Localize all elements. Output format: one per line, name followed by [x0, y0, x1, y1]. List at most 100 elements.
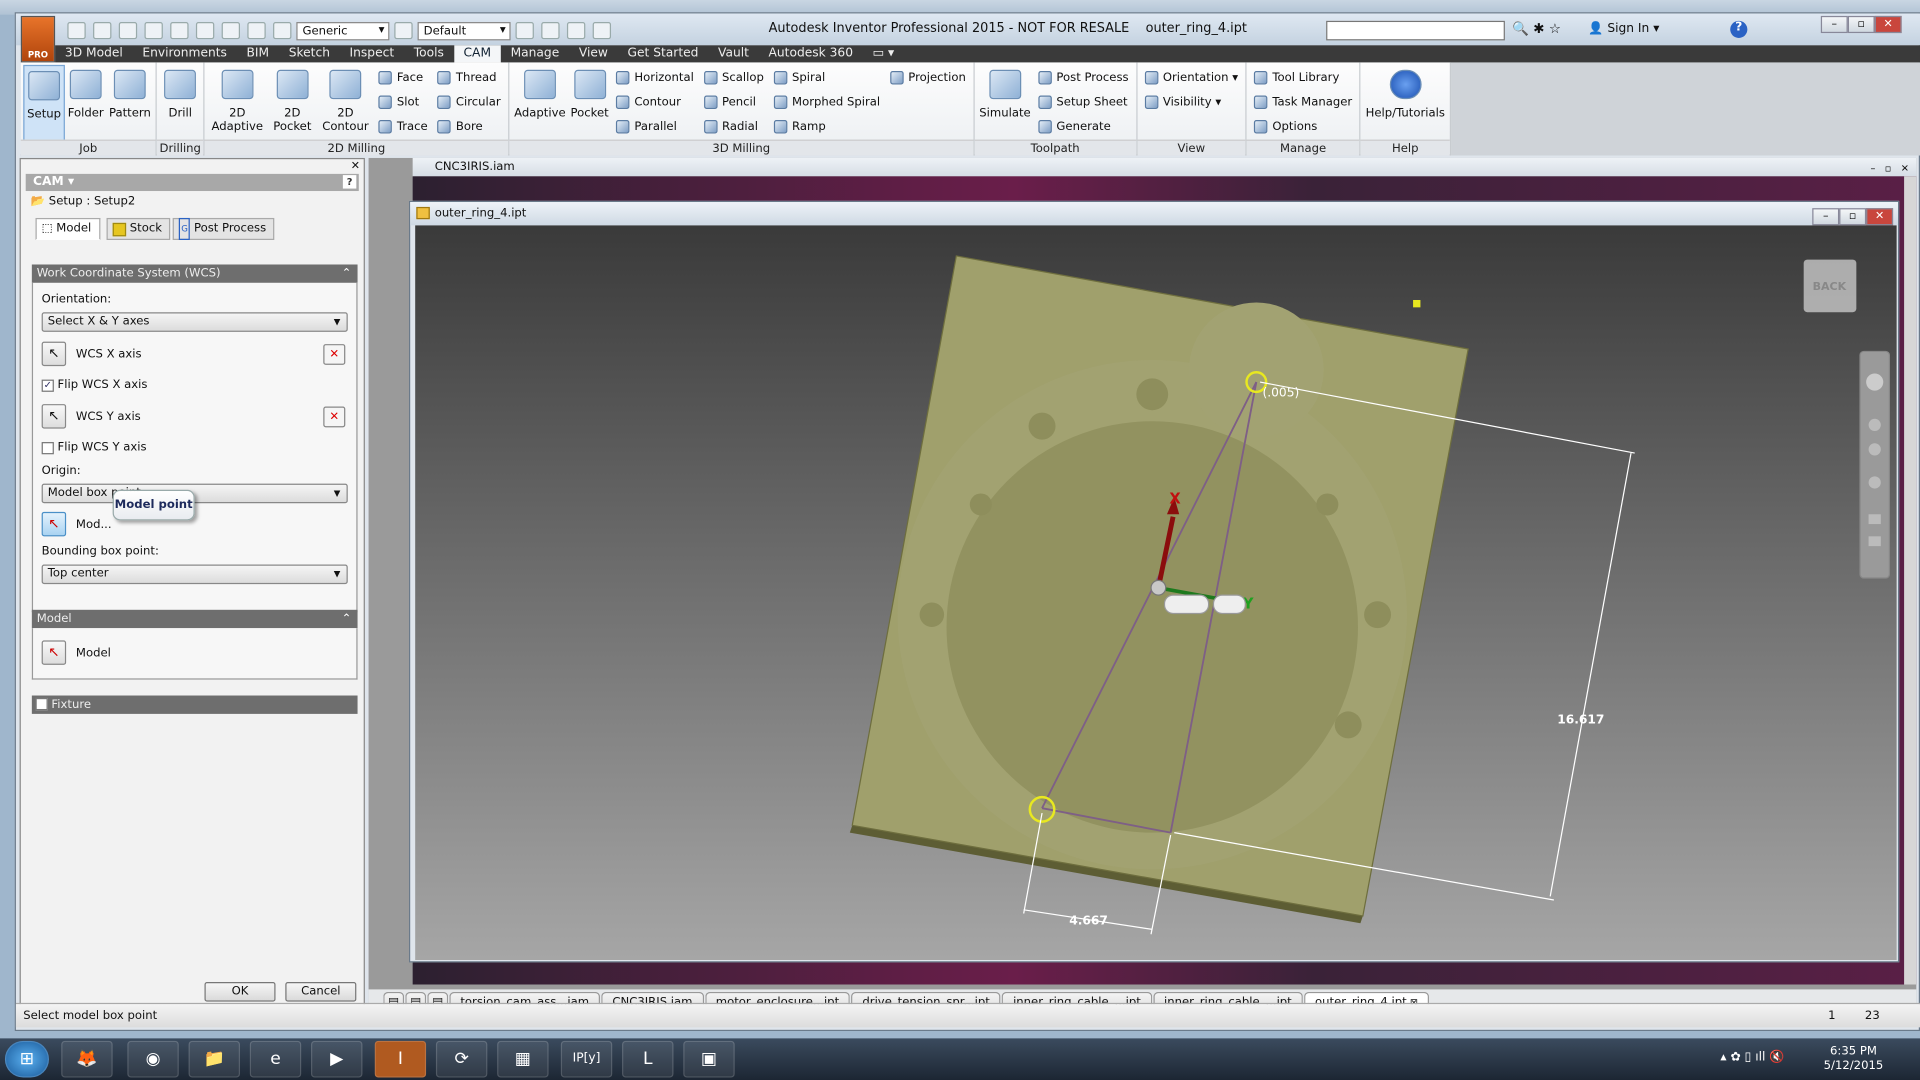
orientation-dropdown[interactable]: Select X & Y axes — [41, 312, 348, 332]
task-manager-button[interactable]: Task Manager — [1254, 92, 1352, 112]
ribbon-tab-inspect[interactable]: Inspect — [340, 45, 404, 62]
wcs-y-axis-select-button[interactable]: ↖ — [41, 404, 67, 429]
flip-y-checkbox[interactable] — [41, 442, 54, 455]
bore-button[interactable]: Bore — [437, 116, 501, 136]
lync-icon[interactable]: L — [622, 1040, 674, 1078]
restore-button[interactable]: ▫ — [1839, 208, 1867, 226]
circular-button[interactable]: Circular — [437, 92, 501, 112]
ipython-icon[interactable]: IP[y] — [560, 1040, 613, 1078]
close-button[interactable]: ✕ — [1866, 208, 1894, 226]
search-toolbar-icons[interactable]: 🔍 ✱ ☆ — [1512, 21, 1561, 37]
firefox-icon[interactable]: 🦊 — [61, 1040, 113, 1078]
horizontal-button[interactable]: Horizontal — [616, 67, 694, 87]
camera-icon[interactable] — [1868, 536, 1881, 547]
material-icon[interactable] — [273, 22, 292, 40]
thread-button[interactable]: Thread — [437, 67, 501, 87]
ribbon-extra-icon[interactable]: ▭ ▾ — [863, 45, 904, 62]
wcs-section-header[interactable]: Work Coordinate System (WCS) ⌃ — [31, 264, 358, 283]
visibility-button[interactable]: Visibility ▾ — [1144, 92, 1239, 112]
redo-icon[interactable] — [170, 22, 189, 40]
options-button[interactable]: Options — [1254, 116, 1352, 136]
clear-x-axis-button[interactable]: ✕ — [323, 344, 346, 365]
fixture-checkbox[interactable] — [35, 697, 48, 711]
clear-y-axis-button[interactable]: ✕ — [323, 406, 346, 428]
face-button[interactable]: Face — [378, 67, 427, 87]
orientation-button[interactable]: Orientation ▾ — [1144, 67, 1238, 87]
pan-icon[interactable] — [1868, 418, 1881, 432]
width-dimension[interactable]: 4.667 — [1069, 913, 1108, 927]
appearance-combo[interactable]: Default — [417, 21, 511, 40]
select-icon[interactable] — [247, 22, 266, 40]
wcs-x-axis-select-button[interactable]: ↖ — [41, 341, 67, 367]
update-icon[interactable] — [221, 22, 241, 40]
pencil-button[interactable]: Pencil — [703, 92, 764, 112]
contour-button[interactable]: Contour — [616, 92, 694, 112]
flip-x-checkbox[interactable]: ✓ — [41, 379, 54, 392]
fx-icon[interactable] — [566, 22, 586, 40]
clock[interactable]: 6:35 PM 5/12/2015 — [1824, 1044, 1884, 1073]
ramp-button[interactable]: Ramp — [773, 116, 880, 136]
sync-icon[interactable]: ⟳ — [435, 1040, 488, 1078]
chrome-icon[interactable]: ◉ — [127, 1040, 179, 1078]
ribbon-tab-get-started[interactable]: Get Started — [618, 45, 709, 62]
material-combo[interactable]: Generic — [296, 21, 390, 40]
projection-button[interactable]: Projection — [889, 67, 966, 87]
panel-close-icon[interactable]: ✕ — [351, 160, 360, 172]
terminal-icon[interactable]: ▣ — [683, 1040, 735, 1078]
close-button[interactable]: ✕ — [1874, 15, 1902, 34]
ribbon-tab-autodesk-360[interactable]: Autodesk 360 — [759, 45, 863, 62]
help-icon[interactable]: ? — [1730, 20, 1748, 38]
tool-library-button[interactable]: Tool Library — [1254, 67, 1352, 87]
setup-sheet-button[interactable]: Setup Sheet — [1038, 92, 1129, 112]
tray-icons[interactable]: ▴ ✿ ▯ ıll 🔇 — [1720, 1051, 1784, 1064]
spiral-button[interactable]: Spiral — [773, 67, 880, 87]
undo-icon[interactable] — [144, 22, 163, 40]
ribbon-tab-bim[interactable]: BIM — [237, 45, 279, 62]
triad-undo-button[interactable] — [1212, 594, 1246, 615]
tab-model[interactable]: ⬚ Model — [35, 217, 100, 241]
plus-icon[interactable] — [592, 22, 612, 40]
ribbon-tab-environments[interactable]: Environments — [133, 45, 237, 62]
model-section-header[interactable]: Model ⌃ — [31, 609, 358, 629]
media-player-icon[interactable]: ▶ — [311, 1040, 363, 1078]
inventor-taskbar-icon[interactable]: I — [374, 1040, 427, 1078]
tab-post-process[interactable]: G Post Process — [172, 217, 275, 241]
model-select-button[interactable]: ↖ — [41, 640, 67, 665]
explorer-icon[interactable]: 📁 — [188, 1040, 241, 1078]
adjust-icon[interactable] — [515, 22, 534, 40]
maximize-button[interactable]: ▫ — [1847, 15, 1875, 34]
start-button[interactable]: ⊞ — [4, 1040, 49, 1078]
morphed-spiral-button[interactable]: Morphed Spiral — [773, 92, 880, 112]
collapse-icon[interactable]: ⌃ — [342, 610, 352, 628]
vertical-scrollbar[interactable] — [1904, 176, 1917, 985]
ok-button[interactable]: OK — [204, 982, 276, 1002]
internet-explorer-icon[interactable]: e — [249, 1040, 302, 1078]
look-at-icon[interactable] — [1868, 514, 1881, 525]
origin-sphere[interactable] — [1150, 579, 1167, 596]
generate-button[interactable]: Generate — [1038, 116, 1129, 136]
minimize-button[interactable]: – — [1820, 15, 1848, 34]
new-icon[interactable] — [67, 22, 86, 40]
bounding-box-dropdown[interactable]: Top center — [41, 564, 348, 585]
application-menu-button[interactable]: PRO — [20, 15, 56, 63]
sign-in-button[interactable]: 👤 Sign In ▾ — [1588, 22, 1659, 35]
save-icon[interactable] — [118, 22, 138, 40]
trace-button[interactable]: Trace — [378, 116, 428, 136]
radial-button[interactable]: Radial — [703, 116, 764, 136]
ribbon-tab-manage[interactable]: Manage — [501, 45, 569, 62]
model-point-select-button[interactable]: ↖ — [41, 511, 67, 537]
triad-menu-button[interactable] — [1163, 594, 1210, 615]
open-icon[interactable] — [93, 22, 112, 40]
ribbon-tab-cam[interactable]: CAM — [453, 45, 501, 63]
post-process-button[interactable]: Post Process — [1038, 67, 1129, 87]
ribbon-tab-tools[interactable]: Tools — [404, 45, 454, 62]
ribbon-tab-view[interactable]: View — [569, 45, 618, 62]
assembly-window-controls[interactable]: – ▫ ✕ — [1871, 159, 1909, 177]
tab-stock[interactable]: Stock — [106, 217, 171, 241]
help-icon[interactable]: ? — [342, 175, 357, 189]
offset-dimension[interactable]: (.005) — [1262, 386, 1299, 400]
orbit-icon[interactable] — [1868, 476, 1881, 489]
parallel-button[interactable]: Parallel — [616, 116, 694, 136]
ribbon-tab-sketch[interactable]: Sketch — [279, 45, 340, 62]
help-search-input[interactable] — [1326, 20, 1505, 41]
